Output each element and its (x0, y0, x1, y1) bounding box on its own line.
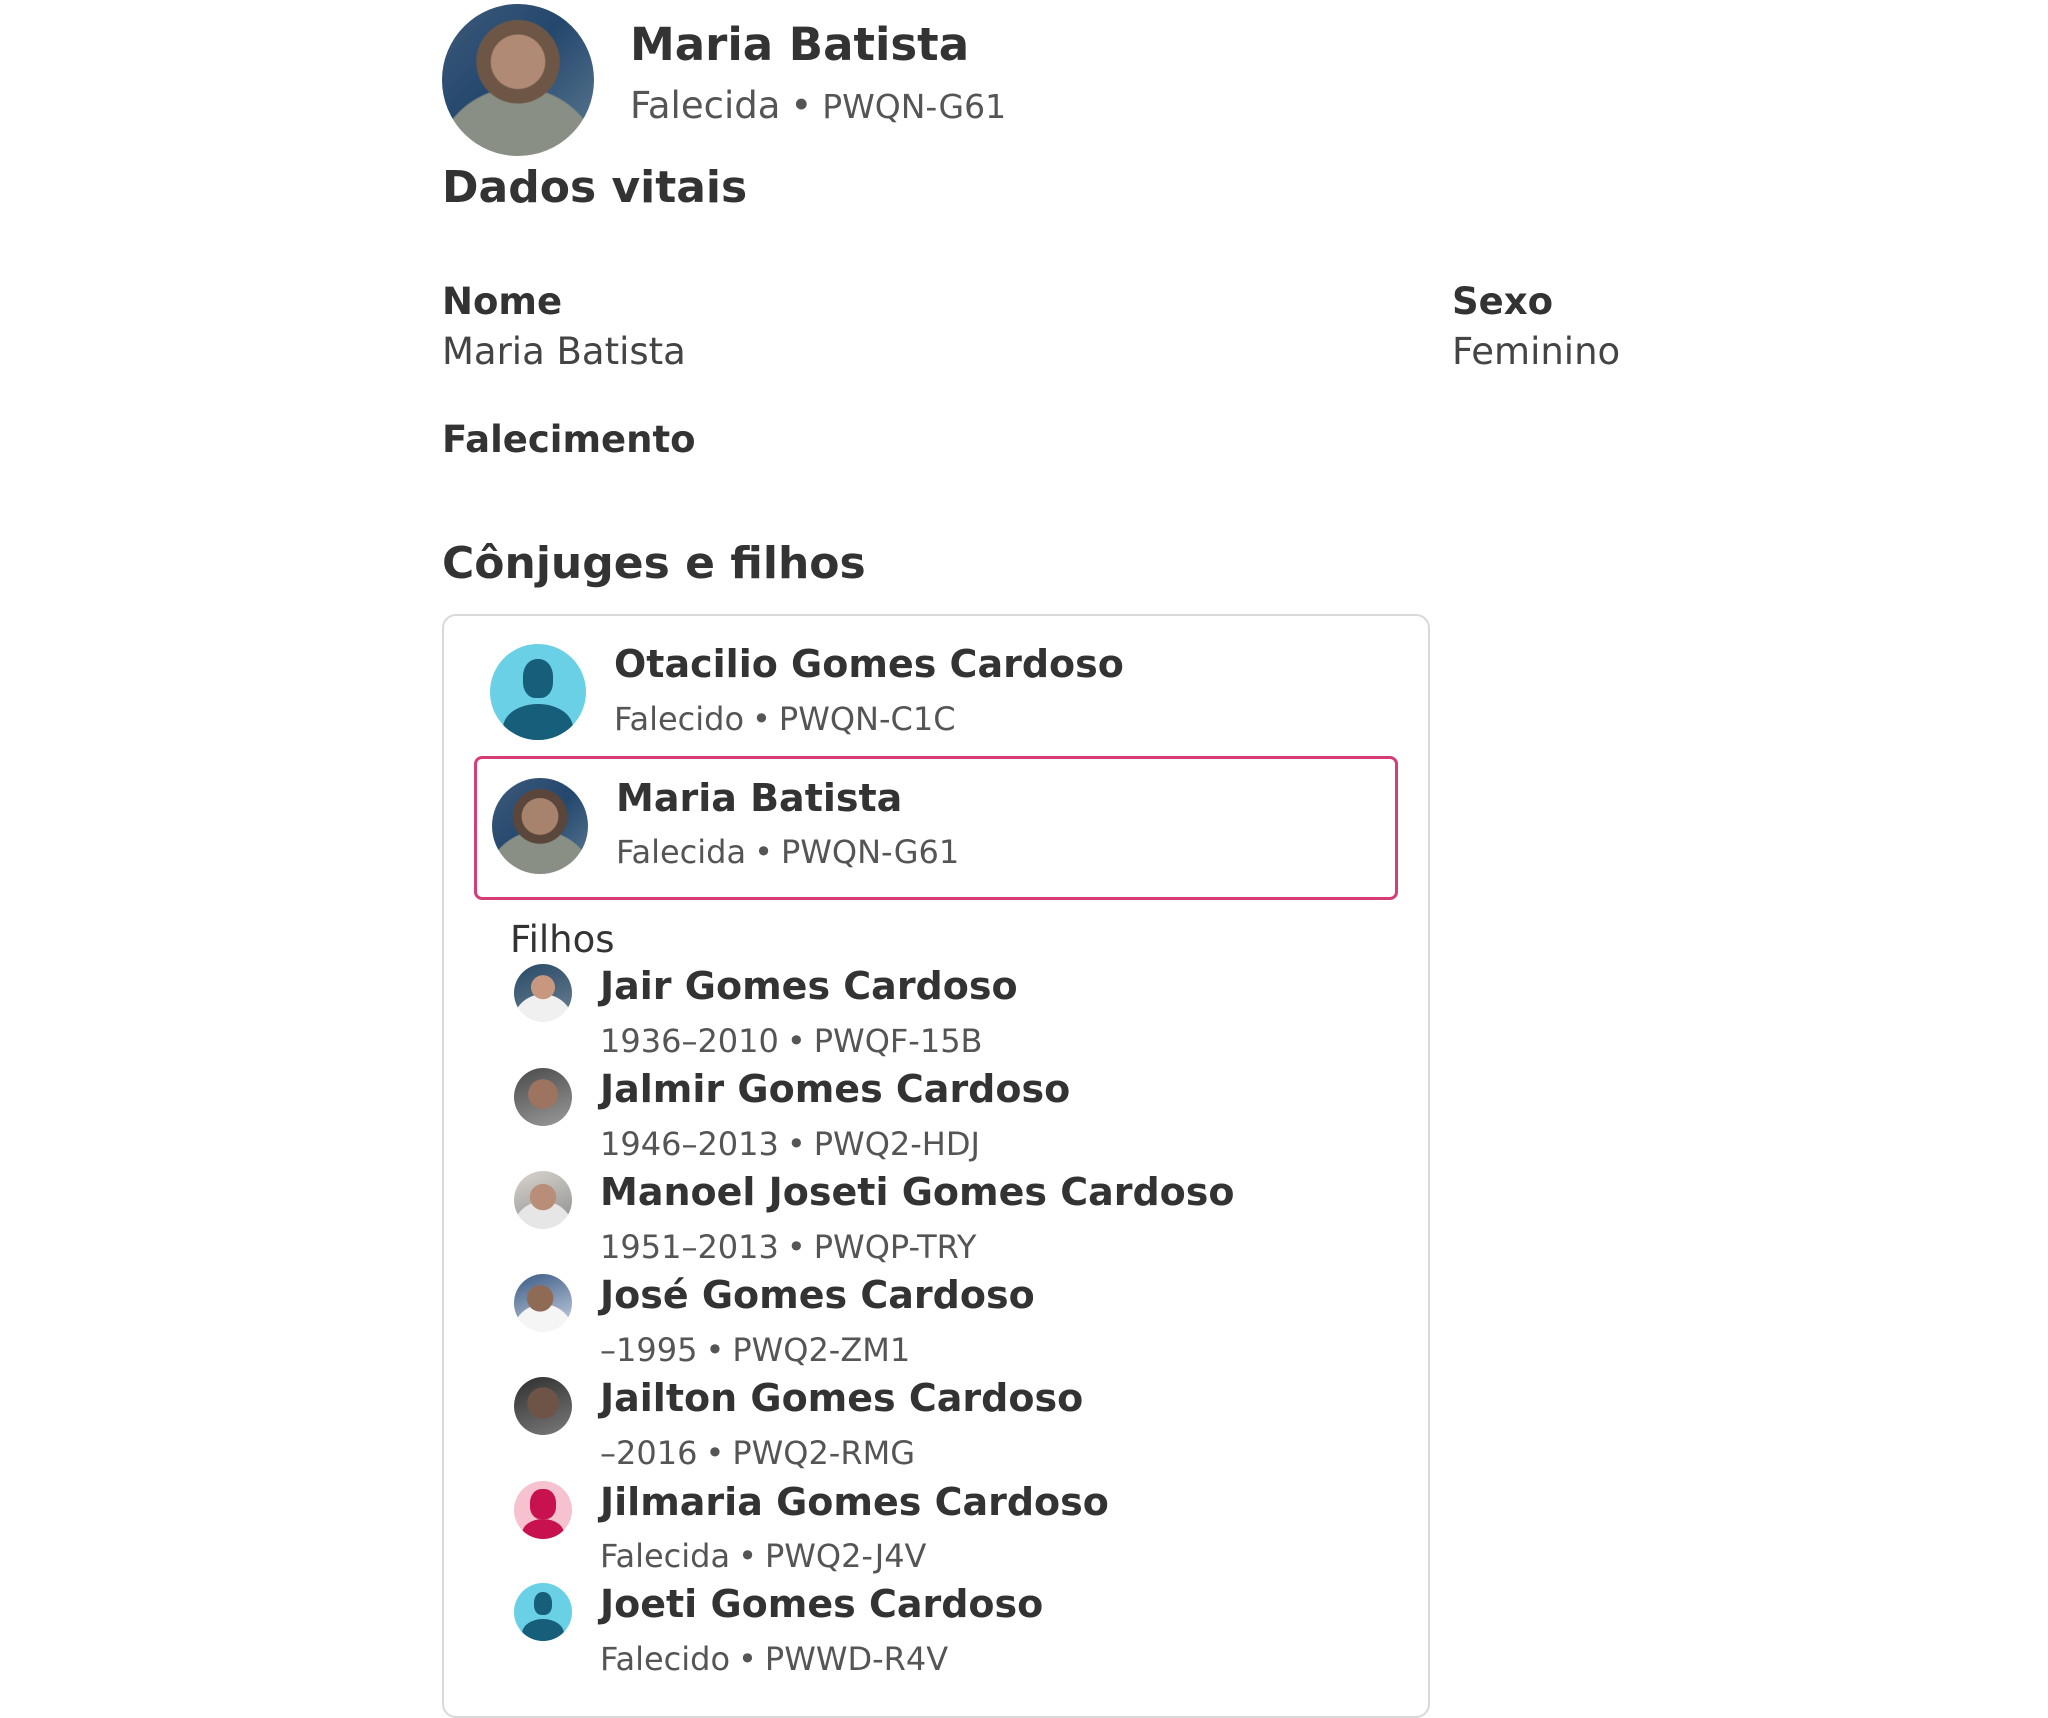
child-info-line: 1946–2013 • PWQ2-HDJ (600, 1125, 980, 1163)
child-dates: –1995 (600, 1331, 698, 1369)
self-name[interactable]: Maria Batista (616, 776, 902, 820)
child-status: Falecida (600, 1537, 731, 1575)
sex-label: Sexo (1452, 280, 1554, 323)
separator-dot: • (786, 1125, 806, 1163)
name-label: Nome (442, 280, 563, 323)
death-label: Falecimento (442, 418, 696, 461)
person-id[interactable]: PWQN-G61 (822, 87, 1006, 126)
person-photo-avatar[interactable] (442, 4, 594, 156)
children-label: Filhos (510, 918, 615, 961)
separator-dot: • (790, 84, 813, 127)
child-info-line: Falecida • PWQ2-J4V (600, 1537, 926, 1575)
child-name[interactable]: Jalmir Gomes Cardoso (600, 1067, 1070, 1111)
child-info-line: 1936–2010 • PWQF-15B (600, 1022, 983, 1060)
child-name[interactable]: Jilmaria Gomes Cardoso (600, 1480, 1109, 1524)
child-id[interactable]: PWQ2-HDJ (814, 1125, 980, 1163)
self-status: Falecida (616, 833, 747, 871)
child-id[interactable]: PWQ2-RMG (732, 1434, 915, 1472)
child-dates: 1936–2010 (600, 1022, 779, 1060)
person-status: Falecida (630, 84, 781, 127)
person-status-line: Falecida • PWQN-G61 (630, 84, 1006, 127)
male-silhouette-icon (514, 1583, 572, 1641)
child-dates: 1946–2013 (600, 1125, 779, 1163)
child-photo-avatar (514, 1274, 572, 1332)
self-photo-avatar (492, 778, 588, 874)
spouse-name[interactable]: Otacilio Gomes Cardoso (614, 642, 1124, 686)
child-info-line: –1995 • PWQ2-ZM1 (600, 1331, 910, 1369)
separator-dot: • (738, 1537, 757, 1575)
child-info-line: 1951–2013 • PWQP-TRY (600, 1228, 976, 1266)
child-name[interactable]: Jailton Gomes Cardoso (600, 1376, 1083, 1420)
child-name[interactable]: Joeti Gomes Cardoso (600, 1582, 1043, 1626)
child-id[interactable]: PWWD-R4V (765, 1640, 948, 1678)
male-silhouette-icon (490, 644, 586, 740)
child-info-line: Falecido • PWWD-R4V (600, 1640, 948, 1678)
child-photo-avatar (514, 1171, 572, 1229)
selected-person-row[interactable] (474, 756, 1398, 900)
self-id[interactable]: PWQN-G61 (781, 833, 959, 871)
child-photo-avatar (514, 1068, 572, 1126)
separator-dot: • (738, 1640, 757, 1678)
child-photo-avatar (514, 964, 572, 1022)
spouse-status: Falecido (614, 700, 745, 738)
separator-dot: • (786, 1228, 806, 1266)
child-id[interactable]: PWQ2-ZM1 (732, 1331, 910, 1369)
child-name[interactable]: José Gomes Cardoso (600, 1273, 1035, 1317)
separator-dot: • (705, 1331, 725, 1369)
child-id[interactable]: PWQP-TRY (814, 1228, 977, 1266)
name-value[interactable]: Maria Batista (442, 330, 686, 373)
family-heading: Cônjuges e filhos (442, 538, 866, 589)
female-silhouette-icon (514, 1481, 572, 1539)
child-id[interactable]: PWQF-15B (814, 1022, 983, 1060)
spouse-id[interactable]: PWQN-C1C (779, 700, 956, 738)
self-status-line: Falecida • PWQN-G61 (616, 833, 959, 871)
child-name[interactable]: Manoel Joseti Gomes Cardoso (600, 1170, 1235, 1214)
separator-dot: • (705, 1434, 725, 1472)
child-photo-avatar (514, 1377, 572, 1435)
child-info-line: –2016 • PWQ2-RMG (600, 1434, 915, 1472)
child-status: Falecido (600, 1640, 731, 1678)
person-name-title: Maria Batista (630, 18, 970, 71)
person-page: Maria Batista Falecida • PWQN-G61 Dados vi… (0, 0, 2048, 1718)
separator-dot: • (786, 1022, 806, 1060)
spouse-status-line: Falecido • PWQN-C1C (614, 700, 956, 738)
vitals-heading: Dados vitais (442, 162, 748, 213)
child-id[interactable]: PWQ2-J4V (765, 1537, 927, 1575)
sex-value[interactable]: Feminino (1452, 330, 1620, 373)
separator-dot: • (752, 700, 771, 738)
child-dates: –2016 (600, 1434, 698, 1472)
child-name[interactable]: Jair Gomes Cardoso (600, 964, 1018, 1008)
child-dates: 1951–2013 (600, 1228, 779, 1266)
separator-dot: • (754, 833, 773, 871)
